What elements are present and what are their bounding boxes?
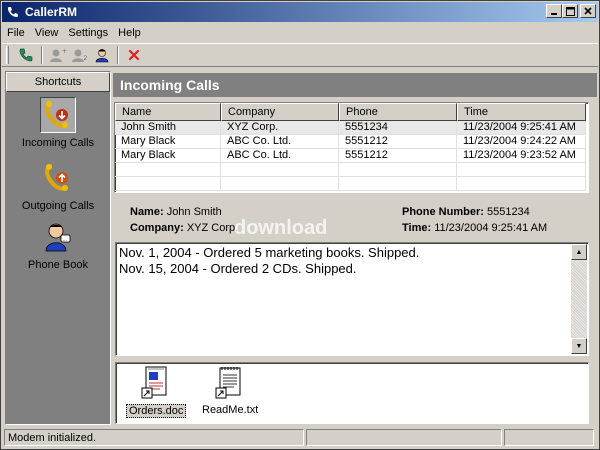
maximize-button[interactable] [562,4,578,18]
menu-view[interactable]: View [30,27,64,39]
column-header-name[interactable]: Name [115,103,221,121]
table-row-empty [115,177,588,191]
attachments-panel: Orders.doc ReadMe.txt [115,362,589,424]
calls-list[interactable]: Name Company Phone Time John Smith XYZ C… [114,102,589,193]
title-bar[interactable]: CallerRM [2,2,598,22]
column-header-company[interactable]: Company [221,103,339,121]
svg-text:2: 2 [84,55,88,62]
call-details: Name: John Smith Company: XYZ Corp. Phon… [114,198,589,242]
phone-number-label: Phone Number: [402,206,484,218]
cell-name: Mary Black [115,135,221,149]
text-document-icon [213,366,247,400]
attachment-label: ReadMe.txt [202,404,259,416]
menu-help[interactable]: Help [113,27,146,39]
status-panel [306,429,502,446]
scroll-down-icon[interactable]: ▼ [571,338,587,354]
cell-company: ABC Co. Ltd. [221,135,339,149]
outgoing-call-icon [40,160,76,196]
svg-text:+: + [62,48,67,55]
cell-name: Mary Black [115,149,221,163]
shortcuts-header[interactable]: Shortcuts [6,72,110,92]
phone-icon[interactable] [15,45,37,65]
vertical-scrollbar[interactable]: ▲ ▼ [571,244,587,354]
menu-file[interactable]: File [2,27,30,39]
shortcut-label: Outgoing Calls [21,200,95,212]
status-panel [504,429,594,446]
scroll-up-icon[interactable]: ▲ [571,244,587,260]
shortcut-outgoing-calls[interactable]: Outgoing Calls [6,160,110,216]
svg-text:...: ... [63,237,68,243]
menu-settings[interactable]: Settings [63,27,113,39]
shortcut-label: Phone Book [28,259,88,271]
name-label: Name: [130,206,164,218]
column-header-phone[interactable]: Phone [339,103,457,121]
window-title: CallerRM [25,5,78,19]
cell-company: ABC Co. Ltd. [221,149,339,163]
table-row[interactable]: Mary Black ABC Co. Ltd. 5551212 11/23/20… [115,135,588,149]
cell-company: XYZ Corp. [221,121,339,135]
status-message: Modem initialized. [4,429,304,446]
toolbar-separator [117,46,119,64]
shortcut-label: Incoming Calls [21,137,95,149]
cell-phone: 5551212 [339,135,457,149]
close-button[interactable] [580,4,596,18]
cell-phone: 5551212 [339,149,457,163]
minimize-button[interactable] [546,4,562,18]
watermark: download [234,217,328,239]
status-bar: Modem initialized. [2,429,598,447]
contact-add-icon[interactable]: + [47,45,69,65]
shortcut-incoming-calls[interactable]: Incoming Calls [6,97,110,153]
company-value: XYZ Corp. [186,222,239,234]
delete-icon[interactable] [123,45,145,65]
cell-name: John Smith [115,121,221,135]
notes-textarea[interactable]: Nov. 1, 2004 - Ordered 5 marketing books… [115,242,589,356]
name-value: John Smith [166,206,222,218]
attachment-readme[interactable]: ReadMe.txt [200,366,260,416]
list-header: Name Company Phone Time [115,103,588,121]
toolbar: + 2 [2,43,598,67]
word-document-icon [139,366,173,400]
incoming-call-icon [40,97,76,133]
cell-phone: 5551234 [339,121,457,135]
phone-number-value: 5551234 [486,206,530,218]
table-row[interactable]: Mary Black ABC Co. Ltd. 5551212 11/23/20… [115,149,588,163]
table-row-empty [115,163,588,177]
cell-time: 11/23/2004 9:25:41 AM [457,121,586,135]
time-value: 11/23/2004 9:25:41 AM [434,222,548,234]
note-line: Nov. 15, 2004 - Ordered 2 CDs. Shipped. [119,261,357,276]
toolbar-grip[interactable] [6,46,9,64]
attachment-orders[interactable]: Orders.doc [126,366,187,418]
person-icon[interactable] [91,45,113,65]
attachment-label: Orders.doc [126,404,187,418]
phone-book-icon: ... [40,219,76,255]
table-row[interactable]: John Smith XYZ Corp. 5551234 11/23/2004 … [115,121,588,135]
column-header-time[interactable]: Time [457,103,586,121]
company-label: Company: [130,222,184,234]
shortcuts-panel: Shortcuts Incoming Calls Outgoing Calls … [5,71,111,425]
cell-time: 11/23/2004 9:23:52 AM [457,149,586,163]
time-label: Time: [402,222,432,234]
toolbar-separator [41,46,43,64]
app-window: CallerRM File View Settings Help + 2 Sho… [0,0,600,450]
shortcut-phone-book[interactable]: ... Phone Book [6,219,110,275]
page-title: Incoming Calls [113,73,597,97]
phone-handset-icon [5,4,21,20]
cell-time: 11/23/2004 9:24:22 AM [457,135,586,149]
contact-link-icon[interactable]: 2 [69,45,91,65]
menu-bar: File View Settings Help [2,23,598,42]
note-line: Nov. 1, 2004 - Ordered 5 marketing books… [119,245,420,260]
